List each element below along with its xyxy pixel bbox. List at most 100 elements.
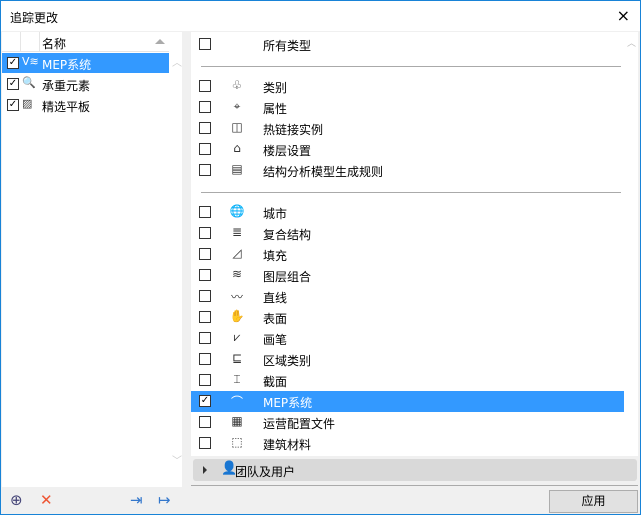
list-item[interactable]: ✓ 🔍 承重元素	[2, 74, 169, 94]
item-label: 画笔	[263, 333, 288, 347]
checkbox[interactable]: ✓	[7, 57, 19, 69]
checkbox[interactable]	[199, 374, 211, 386]
list-item[interactable]: ⌂ 楼层设置	[191, 139, 624, 160]
list-item[interactable]: ✓ ▨ 精选平板	[2, 95, 169, 115]
list-item[interactable]: ⌖ 属性	[191, 97, 624, 118]
item-label: 楼层设置	[263, 144, 312, 158]
pen-icon: ⩗	[233, 330, 241, 344]
line-icon: 〰	[230, 290, 243, 304]
export-icon[interactable]: ↦	[158, 491, 171, 509]
item-label: 复合结构	[263, 228, 312, 242]
checkbox[interactable]	[199, 227, 211, 239]
item-label: 属性	[263, 102, 288, 116]
checkbox[interactable]: ✓	[199, 395, 211, 407]
list-item[interactable]: ⊑ 区域类别	[191, 349, 624, 370]
left-toolbar: ⊕ ✕ ⇥ ↦	[2, 487, 182, 515]
checkbox[interactable]	[199, 269, 211, 281]
change-list: 名称 ✓ V≋ MEP系统 ✓ 🔍 承重元素 ✓ ▨ 精选平板 ︿ ﹀	[2, 32, 182, 487]
list-item[interactable]: ✓ ⌒ MEP系统	[191, 391, 624, 412]
divider	[201, 66, 621, 67]
type-list: 所有类型 ♧ 类别 ⌖ 属性 ◫ 热链接实例 ⌂ 楼层设置 ▤ 结构分析模型生成规则 🌐 城市 ≣ 复合结构…	[191, 32, 638, 456]
item-label: 类别	[263, 81, 288, 95]
globe-icon: 🌐	[229, 204, 245, 218]
checkbox[interactable]	[199, 122, 211, 134]
sort-ascending-icon	[155, 39, 165, 44]
checkbox[interactable]	[199, 311, 211, 323]
list-item[interactable]: 🌐 城市	[191, 202, 624, 223]
item-label: 热链接实例	[263, 123, 324, 137]
list-item[interactable]: ◫ 热链接实例	[191, 118, 624, 139]
checkbox[interactable]	[199, 206, 211, 218]
slab-icon: ▨	[22, 97, 33, 110]
item-label: 图层组合	[263, 270, 312, 284]
item-label: MEP系统	[263, 396, 313, 410]
item-label: 所有类型	[263, 39, 312, 53]
list-item[interactable]: ▦ 运营配置文件	[191, 412, 624, 433]
item-label: 截面	[263, 375, 288, 389]
checkbox[interactable]	[199, 353, 211, 365]
list-item[interactable]: ✋ 表面	[191, 307, 624, 328]
checkbox[interactable]	[199, 80, 211, 92]
composite-icon: ≣	[231, 225, 243, 239]
item-label: 运营配置文件	[263, 417, 336, 431]
tree-icon: ♧	[231, 78, 243, 92]
checkbox[interactable]	[199, 332, 211, 344]
list-item[interactable]: ✓ V≋ MEP系统	[2, 53, 169, 73]
hotlink-icon: ◫	[231, 120, 243, 134]
checkbox[interactable]	[199, 164, 211, 176]
checkbox[interactable]: ✓	[7, 99, 19, 111]
checkbox[interactable]	[199, 437, 211, 449]
list-item[interactable]: 〰 直线	[191, 286, 624, 307]
tag-icon: ⌖	[233, 99, 241, 113]
list-header[interactable]: 名称	[2, 32, 169, 52]
item-label: 填充	[263, 249, 288, 263]
item-label: 城市	[263, 207, 288, 221]
checkbox[interactable]	[199, 248, 211, 260]
list-item[interactable]: ≋ 图层组合	[191, 265, 624, 286]
team-users-section[interactable]: 👤 团队及用户	[193, 459, 637, 481]
mep-icon: ⌒	[230, 395, 243, 409]
close-icon[interactable]: ×	[617, 6, 630, 25]
layers-icon: ≋	[231, 267, 243, 281]
magnifier-icon: 🔍	[22, 76, 36, 89]
fill-icon: ◿	[232, 246, 242, 260]
list-item[interactable]: ⌶ 截面	[191, 370, 624, 391]
item-label: 结构分析模型生成规则	[263, 165, 384, 179]
checkbox[interactable]	[199, 290, 211, 302]
list-item[interactable]: ♧ 类别	[191, 76, 624, 97]
team-users-label: 团队及用户	[235, 465, 296, 479]
item-label: 承重元素	[42, 79, 91, 93]
surface-icon: ✋	[229, 309, 245, 323]
item-label: MEP系统	[42, 58, 92, 72]
list-item[interactable]: ▤ 结构分析模型生成规则	[191, 160, 624, 181]
grid-icon: ▦	[231, 414, 243, 428]
checkbox[interactable]	[199, 38, 211, 50]
import-icon[interactable]: ⇥	[130, 491, 143, 509]
story-icon: ⌂	[233, 141, 241, 155]
item-label: 建筑材料	[263, 438, 312, 452]
item-label: 精选平板	[42, 100, 91, 114]
left-scrollbar[interactable]: ︿ ﹀	[172, 52, 182, 467]
add-icon[interactable]: ⊕	[10, 491, 23, 509]
delete-icon[interactable]: ✕	[40, 491, 53, 509]
right-scrollbar[interactable]: ︿	[625, 32, 638, 456]
profile-icon: ⌶	[233, 372, 241, 386]
checkbox[interactable]	[199, 416, 211, 428]
list-item[interactable]: ⩗ 画笔	[191, 328, 624, 349]
window-title: 追踪更改	[10, 11, 59, 25]
checkbox[interactable]: ✓	[7, 78, 19, 90]
item-label: 表面	[263, 312, 288, 326]
list-item[interactable]: ⬚ 建筑材料	[191, 433, 624, 454]
list-item[interactable]: ≣ 复合结构	[191, 223, 624, 244]
item-label: 区域类别	[263, 354, 312, 368]
divider	[191, 485, 638, 486]
apply-button[interactable]: 应用	[549, 490, 638, 513]
checkbox[interactable]	[199, 143, 211, 155]
zone-icon: ⊑	[231, 351, 243, 365]
list-item[interactable]: 所有类型	[191, 34, 624, 55]
list-item[interactable]: ◿ 填充	[191, 244, 624, 265]
item-label: 直线	[263, 291, 288, 305]
column-header-name[interactable]: 名称	[42, 35, 66, 52]
expand-triangle-icon[interactable]	[203, 466, 207, 474]
checkbox[interactable]	[199, 101, 211, 113]
